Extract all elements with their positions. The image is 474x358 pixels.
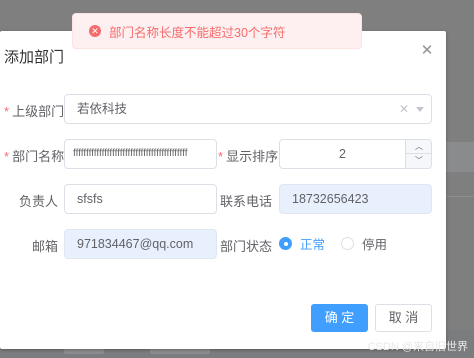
confirm-button[interactable]: 确 定 [311,304,368,332]
parent-dept-select[interactable]: 若依科技 ✕ [64,94,432,124]
email-input[interactable]: 971834467@qq.com [64,229,217,259]
clear-icon[interactable]: ✕ [399,103,409,115]
radio-unchecked-icon [341,237,354,250]
status-option-label: 停用 [362,238,388,252]
status-radio-normal[interactable]: 正常 [279,234,325,253]
parent-dept-label: * 上级部门 [4,104,65,119]
status-label: 部门状态 [219,239,272,254]
increment-icon[interactable]: ︿ [406,140,431,154]
status-option-label: 正常 [300,238,326,252]
status-radio-disabled[interactable]: 停用 [341,234,387,253]
dialog-title: 添加部门 [4,49,65,66]
radio-checked-icon [279,237,292,250]
close-icon[interactable]: ✕ [419,43,435,59]
order-stepper[interactable]: 2 ︿ ﹀ [279,139,432,169]
dept-name-label: * 部门名称 [4,149,65,164]
leader-label: 负责人 [18,194,58,209]
order-label: * 显示排序 [218,149,279,164]
leader-input[interactable]: sfsfs [64,184,217,214]
dept-name-input[interactable]: ffffffffffffffffffffffffffffffffffffffff… [64,139,217,169]
decrement-icon[interactable]: ﹀ [406,154,431,168]
add-department-dialog: 添加部门 ✕ * 上级部门 若依科技 ✕ * 部门名称 ffffffffffffff… [0,31,446,349]
watermark: CSDN @来自旧世界 [367,341,468,353]
stepper-buttons: ︿ ﹀ [405,140,431,168]
phone-input[interactable]: 18732656423 [279,184,432,214]
close-circle-icon: ✕ [89,25,101,37]
email-label: 邮箱 [31,239,58,254]
chevron-down-icon [416,107,424,112]
order-value[interactable]: 2 [280,140,405,168]
phone-label: 联系电话 [219,194,272,209]
error-toast: ✕ 部门名称长度不能超过30个字符 [72,13,362,49]
cancel-button[interactable]: 取 消 [375,304,432,332]
toast-message: 部门名称长度不能超过30个字符 [109,25,286,40]
